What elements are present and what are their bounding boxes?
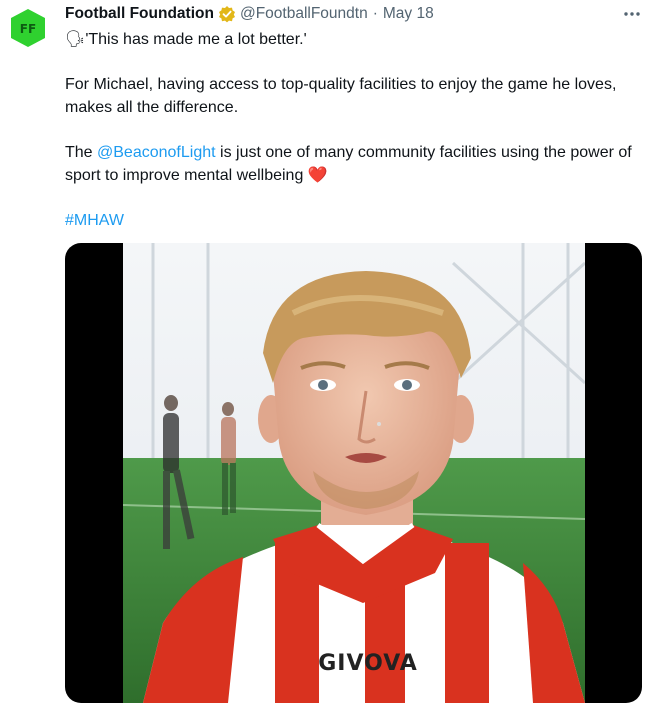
- paragraph-beacon: The @BeaconofLight is just one of many c…: [65, 141, 635, 187]
- separator-dot: ·: [372, 5, 378, 22]
- video-frame[interactable]: GIVOVA: [123, 243, 585, 703]
- speaking-head-icon: 🗣: [65, 31, 86, 48]
- verified-badge-icon[interactable]: [218, 5, 236, 23]
- video-player[interactable]: GIVOVA: [65, 243, 642, 703]
- author-name[interactable]: Football Foundation: [65, 5, 214, 23]
- tweet-date[interactable]: May 18: [383, 5, 434, 23]
- avatar[interactable]: FF: [8, 8, 48, 48]
- shirt-logo-text: GIVOVA: [318, 651, 418, 676]
- author-handle[interactable]: @FootballFoundtn: [240, 5, 368, 23]
- tweet-header: Football Foundation @FootballFoundtn · M…: [65, 4, 434, 24]
- paragraph-michael: For Michael, having access to top-qualit…: [65, 76, 617, 116]
- more-options-icon[interactable]: [622, 6, 642, 22]
- hashtag-link[interactable]: #MHAW: [65, 212, 124, 229]
- quote-text: 'This has made me a lot better.': [85, 31, 307, 48]
- hashtag-line: #MHAW: [65, 209, 635, 232]
- quote-line: 🗣'This has made me a lot better.': [65, 28, 635, 51]
- paragraph-prefix: The: [65, 144, 98, 161]
- tweet-text: 🗣'This has made me a lot better.' For Mi…: [65, 28, 635, 232]
- heart-icon: ❤️: [307, 167, 328, 184]
- mention-link[interactable]: @BeaconofLight: [97, 144, 216, 161]
- avatar-logo-text: FF: [20, 22, 36, 36]
